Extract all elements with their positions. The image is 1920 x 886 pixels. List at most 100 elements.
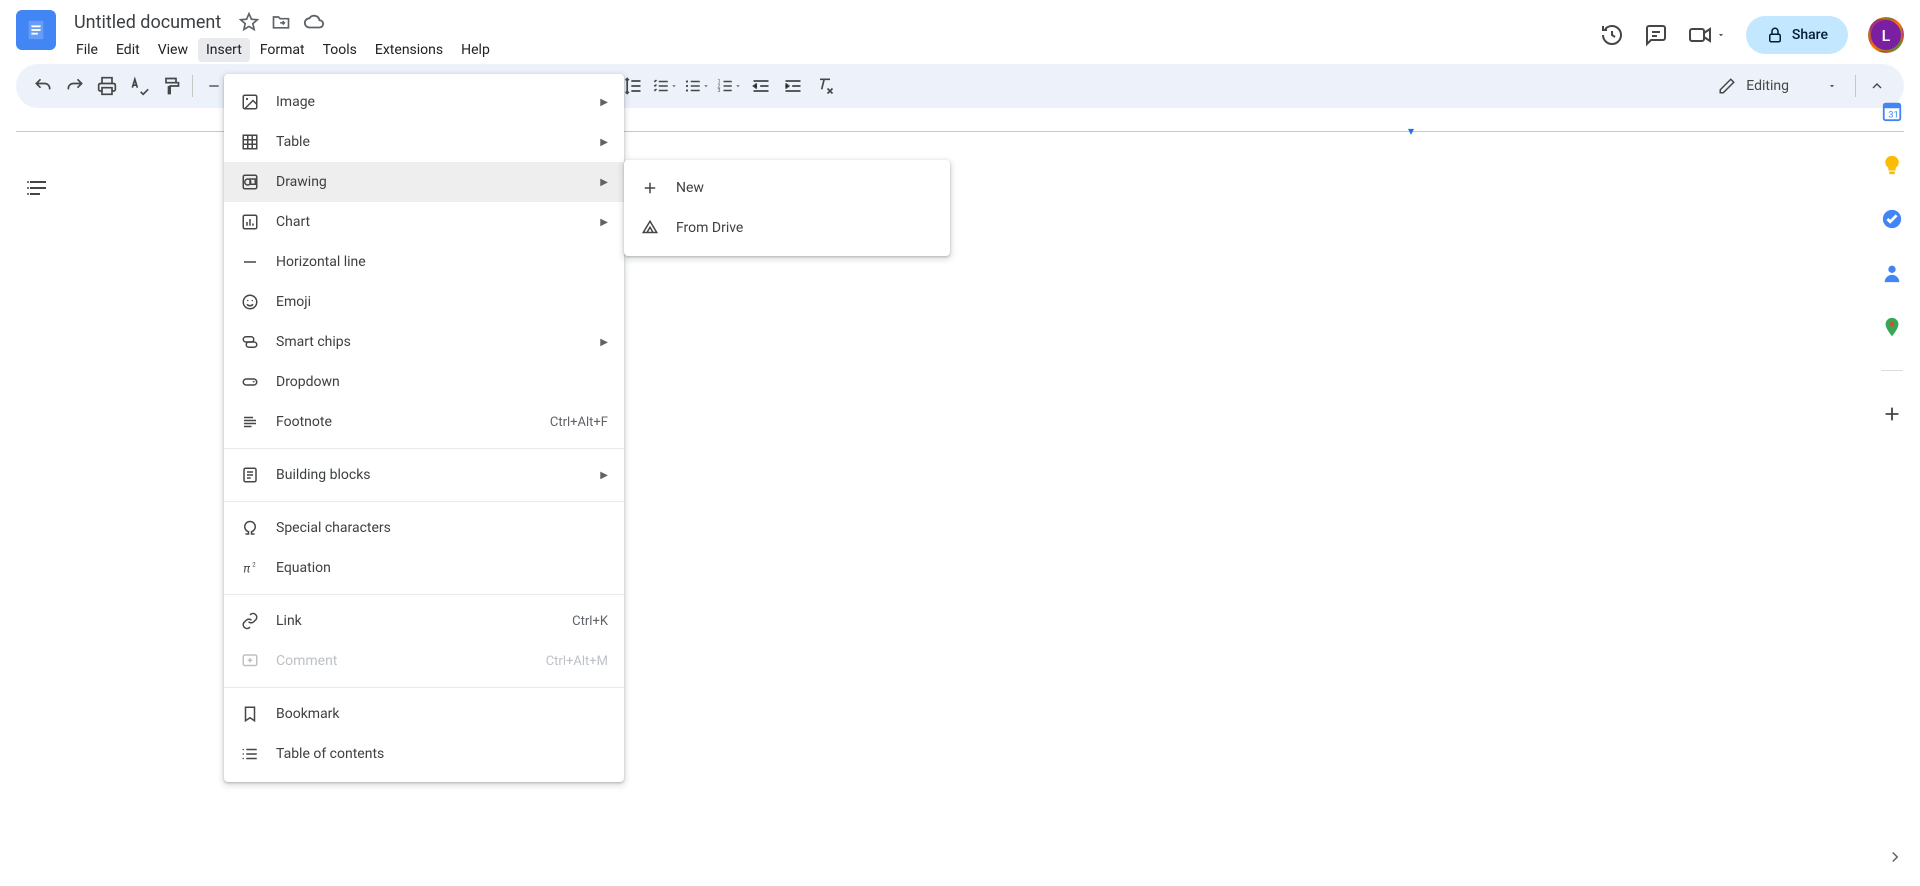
link-icon <box>240 612 260 630</box>
checklist-button[interactable] <box>650 71 680 101</box>
comment-icon <box>240 652 260 670</box>
separator <box>1855 75 1856 97</box>
image-icon <box>240 93 260 111</box>
meet-button[interactable] <box>1688 23 1726 47</box>
insert-emoji-item[interactable]: Emoji <box>224 282 624 322</box>
account-avatar[interactable]: L <box>1868 17 1904 53</box>
chevron-right-icon: ▶ <box>600 470 608 481</box>
separator <box>192 75 193 97</box>
insert-smart-chips-item[interactable]: Smart chips▶ <box>224 322 624 362</box>
drawing-submenu: New From Drive <box>624 160 950 256</box>
side-panel-toggle-button[interactable] <box>1886 848 1904 866</box>
calendar-icon[interactable]: 31 <box>1881 100 1903 122</box>
footnote-icon <box>240 413 260 431</box>
insert-horizontal-line-item[interactable]: Horizontal line <box>224 242 624 282</box>
share-button[interactable]: Share <box>1746 16 1848 54</box>
menu-edit[interactable]: Edit <box>108 38 148 62</box>
insert-building-blocks-item[interactable]: Building blocks▶ <box>224 455 624 495</box>
undo-button[interactable] <box>28 71 58 101</box>
title-area: Untitled document File Edit View Insert … <box>68 8 1600 62</box>
menu-separator <box>224 448 624 449</box>
insert-chart-item[interactable]: Chart▶ <box>224 202 624 242</box>
insert-footnote-item[interactable]: FootnoteCtrl+Alt+F <box>224 402 624 442</box>
decrease-indent-button[interactable] <box>746 71 776 101</box>
menu-help[interactable]: Help <box>453 38 498 62</box>
side-panel: 31 <box>1864 82 1920 425</box>
menu-extensions[interactable]: Extensions <box>367 38 451 62</box>
side-panel-separator <box>1881 370 1903 371</box>
editing-mode-button[interactable]: Editing <box>1706 71 1849 101</box>
menu-view[interactable]: View <box>150 38 196 62</box>
increase-indent-button[interactable] <box>778 71 808 101</box>
tasks-icon[interactable] <box>1881 208 1903 230</box>
menu-file[interactable]: File <box>68 38 106 62</box>
menu-tools[interactable]: Tools <box>315 38 365 62</box>
history-icon[interactable] <box>1600 23 1624 47</box>
plus-icon <box>640 179 660 197</box>
move-icon[interactable] <box>271 12 291 32</box>
share-label: Share <box>1792 27 1828 43</box>
drawing-new-item[interactable]: New <box>624 168 950 208</box>
chevron-right-icon: ▶ <box>600 137 608 148</box>
menu-separator <box>224 501 624 502</box>
cloud-status-icon[interactable] <box>303 11 325 33</box>
bulleted-list-button[interactable] <box>682 71 712 101</box>
chart-icon <box>240 213 260 231</box>
svg-text:31: 31 <box>1888 110 1898 120</box>
chevron-right-icon: ▶ <box>600 217 608 228</box>
editing-mode-label: Editing <box>1746 78 1789 94</box>
clear-formatting-button[interactable] <box>810 71 840 101</box>
avatar-letter: L <box>1871 20 1901 50</box>
insert-table-item[interactable]: Table▶ <box>224 122 624 162</box>
dropdown-icon <box>240 373 260 391</box>
insert-equation-item[interactable]: π2Equation <box>224 548 624 588</box>
star-icon[interactable] <box>239 12 259 32</box>
insert-menu-dropdown: Image▶ Table▶ Drawing▶ Chart▶ Horizontal… <box>224 74 624 782</box>
svg-text:3: 3 <box>718 88 721 94</box>
bookmark-icon <box>240 705 260 723</box>
insert-toc-item[interactable]: Table of contents <box>224 734 624 774</box>
insert-dropdown-item[interactable]: Dropdown <box>224 362 624 402</box>
svg-text:2: 2 <box>252 562 256 569</box>
insert-image-item[interactable]: Image▶ <box>224 82 624 122</box>
insert-bookmark-item[interactable]: Bookmark <box>224 694 624 734</box>
pi-icon: π2 <box>240 559 260 577</box>
chevron-down-icon <box>1716 30 1726 40</box>
comments-icon[interactable] <box>1644 23 1668 47</box>
pencil-icon <box>1718 77 1736 95</box>
ruler-marker-icon[interactable]: ▾ <box>1408 124 1414 138</box>
drawing-from-drive-item[interactable]: From Drive <box>624 208 950 248</box>
chevron-right-icon: ▶ <box>600 177 608 188</box>
print-button[interactable] <box>92 71 122 101</box>
docs-logo[interactable] <box>16 10 56 50</box>
chevron-right-icon: ▶ <box>600 97 608 108</box>
toc-icon <box>240 745 260 763</box>
insert-special-characters-item[interactable]: Special characters <box>224 508 624 548</box>
emoji-icon <box>240 293 260 311</box>
omega-icon <box>240 519 260 537</box>
add-on-button[interactable] <box>1881 403 1903 425</box>
header: Untitled document File Edit View Insert … <box>0 0 1920 60</box>
menu-format[interactable]: Format <box>252 38 313 62</box>
header-actions: Share L <box>1600 16 1904 54</box>
svg-text:π: π <box>243 562 250 576</box>
title-row: Untitled document <box>68 8 1600 36</box>
maps-icon[interactable] <box>1881 316 1903 338</box>
menu-separator <box>224 594 624 595</box>
menu-insert[interactable]: Insert <box>198 38 250 62</box>
insert-comment-item: CommentCtrl+Alt+M <box>224 641 624 681</box>
insert-link-item[interactable]: LinkCtrl+K <box>224 601 624 641</box>
numbered-list-button[interactable]: 123 <box>714 71 744 101</box>
drive-icon <box>640 219 660 237</box>
outline-toggle-button[interactable] <box>26 176 50 200</box>
keep-icon[interactable] <box>1881 154 1903 176</box>
spellcheck-button[interactable] <box>124 71 154 101</box>
redo-button[interactable] <box>60 71 90 101</box>
document-title[interactable]: Untitled document <box>68 10 227 35</box>
menu-separator <box>224 687 624 688</box>
blocks-icon <box>240 466 260 484</box>
contacts-icon[interactable] <box>1881 262 1903 284</box>
paint-format-button[interactable] <box>156 71 186 101</box>
insert-drawing-item[interactable]: Drawing▶ <box>224 162 624 202</box>
chevron-right-icon: ▶ <box>600 337 608 348</box>
